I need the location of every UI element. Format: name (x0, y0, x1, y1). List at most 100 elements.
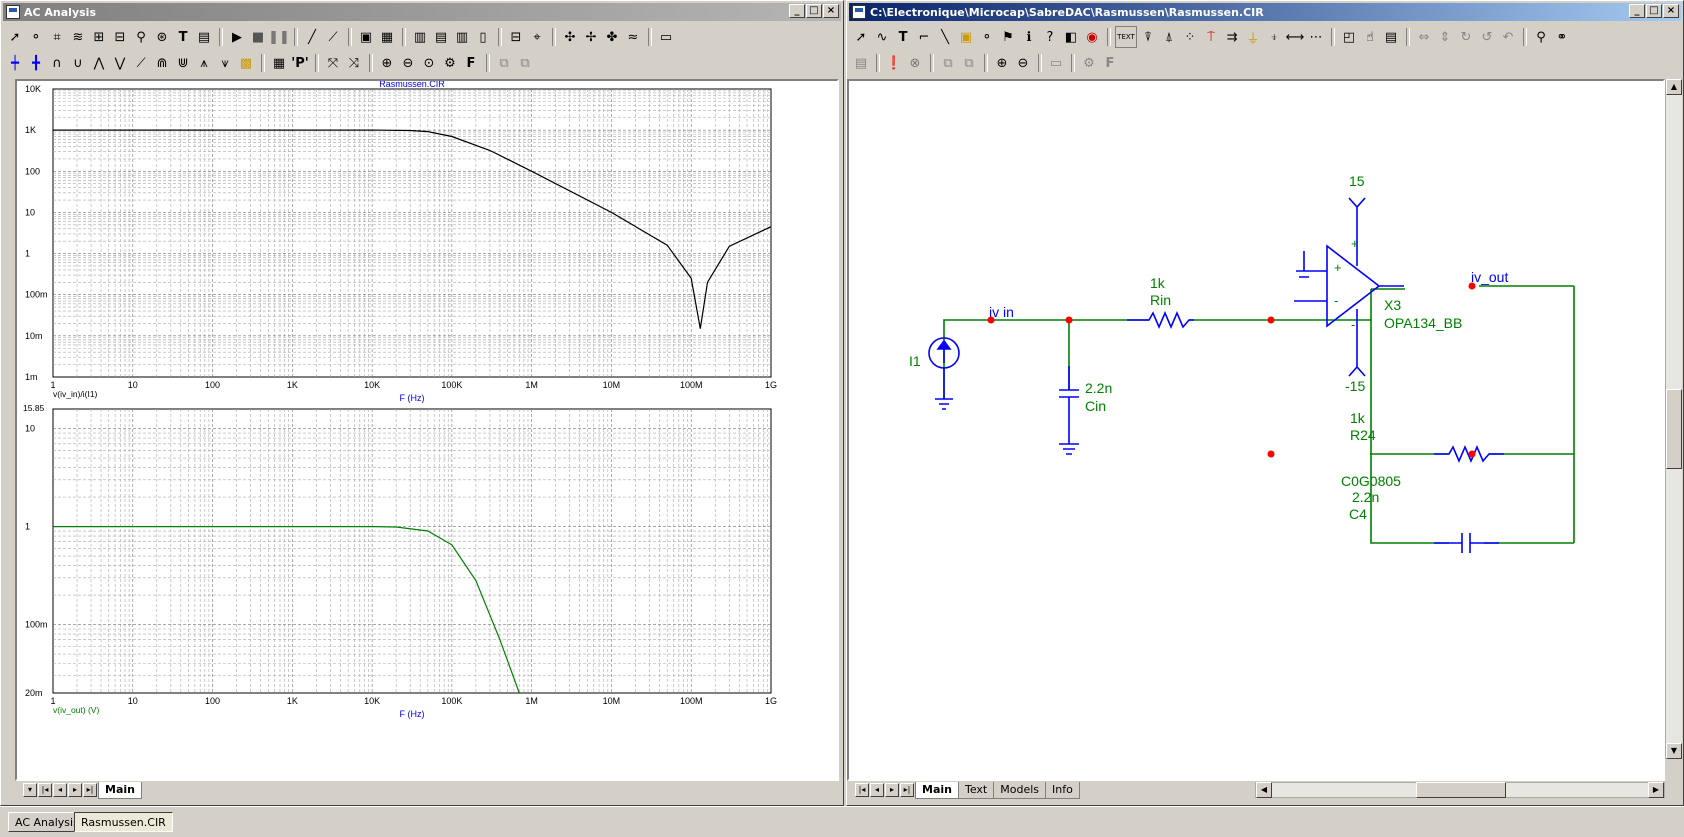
rotate-icon[interactable]: ↻ (1456, 27, 1476, 47)
marker4-icon[interactable]: ≈ (623, 27, 643, 47)
layout2-icon[interactable]: ▤ (431, 27, 451, 47)
scroll-up-icon[interactable]: ▲ (1666, 79, 1682, 95)
library-icon[interactable]: ⊟ (110, 27, 130, 47)
node-icon[interactable]: ⍑ (1201, 27, 1221, 47)
unstack-icon[interactable]: ⧉ (515, 53, 535, 73)
find-icon[interactable]: ⚲ (1531, 27, 1551, 47)
stack-icon[interactable]: ⧉ (938, 53, 958, 73)
marker1-icon[interactable]: ✣ (560, 27, 580, 47)
low-icon[interactable]: ⋁ (110, 53, 130, 73)
p-tag-icon[interactable]: 'P' (290, 53, 310, 73)
zoom-out-icon[interactable]: ⊖ (1013, 53, 1033, 73)
rotate-back-icon[interactable]: ↺ (1477, 27, 1497, 47)
scroll-left-icon[interactable]: ◀ (1256, 782, 1272, 798)
close-button[interactable]: × (1663, 4, 1679, 18)
schematic-titlebar[interactable]: C:\Electronique\Microcap\SabreDAC\Rasmus… (849, 3, 1681, 21)
cursor-right-icon[interactable]: ╋ (26, 53, 46, 73)
maximize-button[interactable]: □ (1646, 4, 1662, 18)
text-tool-icon[interactable]: T (173, 27, 193, 47)
tab-nav-first-icon[interactable]: |◂ (855, 783, 869, 797)
run-icon[interactable]: ▶ (227, 27, 247, 47)
text-tool-icon[interactable]: T (893, 27, 913, 47)
page-icon[interactable]: ▤ (851, 53, 871, 73)
join-icon[interactable]: ⇉ (1222, 27, 1242, 47)
maximize-button[interactable]: □ (806, 4, 822, 18)
tab-info[interactable]: Info (1045, 781, 1080, 799)
text-toggle-icon[interactable]: TEXT (1115, 26, 1137, 48)
schematic-area[interactable]: I1 2.2n Cin 1k Rin 1k R24 C0G0805 2.2n C… (847, 79, 1665, 781)
capacitor-c4[interactable] (1434, 533, 1499, 553)
tab-nav-last-icon[interactable]: ▸| (900, 783, 914, 797)
tab-nav-prev-icon[interactable]: ◂ (53, 783, 67, 797)
pointer-icon[interactable]: ☝ (1360, 27, 1380, 47)
paint-icon[interactable]: ◧ (1061, 27, 1081, 47)
line-icon[interactable]: ╱ (302, 27, 322, 47)
grid-icon[interactable]: ▣ (356, 27, 376, 47)
help-icon[interactable]: ? (1040, 27, 1060, 47)
tag-y-icon[interactable]: ⤨ (344, 53, 364, 73)
tag-icon[interactable]: ⊛ (152, 27, 172, 47)
settings-icon[interactable]: ⚙ (440, 53, 460, 73)
package-icon[interactable]: ▩ (236, 53, 256, 73)
select-arrow-icon[interactable]: ➚ (851, 27, 871, 47)
tab-main[interactable]: Main (98, 781, 142, 799)
bottom-icon[interactable]: ⩛ (215, 53, 235, 73)
waveform-icon[interactable]: ≋ (68, 27, 88, 47)
minimize-button[interactable]: _ (1629, 4, 1645, 18)
font-icon[interactable]: F (461, 53, 481, 73)
pin-icon[interactable]: ⍒ (1138, 27, 1158, 47)
dots-icon[interactable]: ⋯ (1306, 27, 1326, 47)
select-arrow-icon[interactable]: ➚ (5, 27, 25, 47)
tag-x-icon[interactable]: ⤧ (323, 53, 343, 73)
shapes-icon[interactable]: ⚬ (977, 27, 997, 47)
line-h-icon[interactable]: ⟷ (1285, 27, 1305, 47)
layout4-icon[interactable]: ▯ (473, 27, 493, 47)
probe-icon[interactable]: ⍋ (1159, 27, 1179, 47)
layout1-icon[interactable]: ▥ (410, 27, 430, 47)
tab-nav-first-icon[interactable]: |◂ (38, 783, 52, 797)
line-icon[interactable]: ╲ (935, 27, 955, 47)
close-button[interactable]: × (823, 4, 839, 18)
minimize-button[interactable]: _ (789, 4, 805, 18)
tab-models[interactable]: Models (993, 781, 1046, 799)
valley-icon[interactable]: ∪ (68, 53, 88, 73)
marker3-icon[interactable]: ✤ (602, 27, 622, 47)
grid-fine-icon[interactable]: ▦ (377, 27, 397, 47)
note-icon[interactable]: ▣ (956, 27, 976, 47)
tab-nav-next-icon[interactable]: ▸ (885, 783, 899, 797)
folder-icon[interactable]: ▭ (1046, 53, 1066, 73)
info-icon[interactable]: ℹ (1019, 27, 1039, 47)
hscroll-thumb[interactable] (1416, 782, 1506, 798)
error-icon[interactable]: ⊗ (905, 53, 925, 73)
wire-bend-icon[interactable]: ⌐ (914, 27, 934, 47)
scroll-down-icon[interactable]: ▼ (1666, 743, 1682, 759)
flip-icon[interactable]: ⇔ (1414, 27, 1434, 47)
top-icon[interactable]: ⩚ (194, 53, 214, 73)
monitor-icon[interactable]: ▭ (656, 27, 676, 47)
inflection-icon[interactable]: ⟋ (131, 53, 151, 73)
properties-icon[interactable]: ▤ (194, 27, 214, 47)
scroll-thumb[interactable] (1666, 389, 1682, 469)
binoculars-icon[interactable]: ⚭ (1552, 27, 1572, 47)
ac-analysis-titlebar[interactable]: AC Analysis (3, 3, 841, 21)
mdi-tab-rasmussen[interactable]: Rasmussen.CIR (74, 812, 173, 832)
wire-icon[interactable]: ∿ (872, 27, 892, 47)
high-icon[interactable]: ⋀ (89, 53, 109, 73)
grid-dots-icon[interactable]: ⁘ (1180, 27, 1200, 47)
zoom-in-icon[interactable]: ⊕ (992, 53, 1012, 73)
tab-nav-next-icon[interactable]: ▸ (68, 783, 82, 797)
zoom-fit-icon[interactable]: ⊙ (419, 53, 439, 73)
unstack-icon[interactable]: ⧉ (959, 53, 979, 73)
flag-icon[interactable]: ⚑ (998, 27, 1018, 47)
zoom-out-icon[interactable]: ⊖ (398, 53, 418, 73)
plot-area[interactable]: 1 10 100 1K 10K 100K 1M 10M 100M 1G F (Hz) v(iv_in)… (15, 79, 839, 781)
tab-nav-prev-icon[interactable]: ◂ (870, 783, 884, 797)
mode-icon[interactable]: ⚬ (26, 27, 46, 47)
global-low-icon[interactable]: ⋓ (173, 53, 193, 73)
opamp-x3[interactable] (1294, 197, 1404, 377)
ground-icon[interactable]: ⏚ (1243, 27, 1263, 47)
window-icon[interactable]: ◰ (1339, 27, 1359, 47)
record-icon[interactable]: ◉ (1082, 27, 1102, 47)
diagonal-icon[interactable]: ⟋ (323, 27, 343, 47)
layout3-icon[interactable]: ▥ (452, 27, 472, 47)
